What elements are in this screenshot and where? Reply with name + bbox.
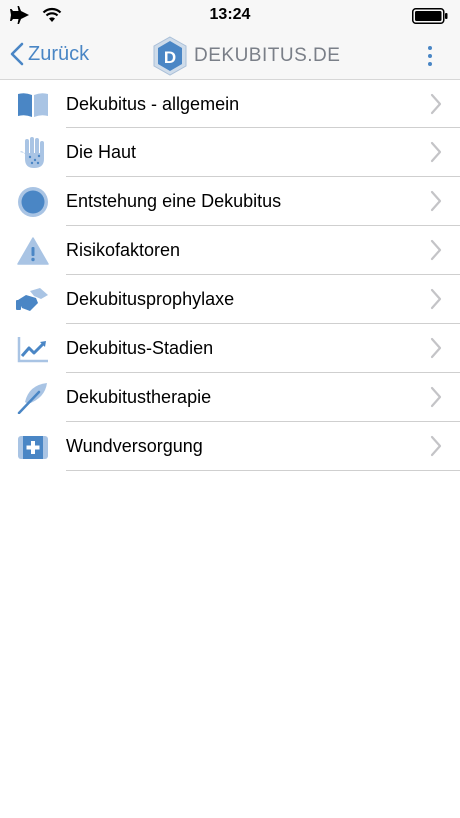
more-dot-icon [428,62,432,66]
more-menu-button[interactable] [422,44,438,68]
list-item-label: Dekubitustherapie [66,387,212,407]
chevron-right-icon [430,337,442,359]
handshake-icon [16,283,50,317]
separator [66,470,460,471]
back-button[interactable]: Zurück [10,42,89,66]
feather-icon [16,381,50,415]
list-item-label: Die Haut [66,142,137,162]
list-item-label: Dekubitus-Stadien [66,338,214,358]
book-icon [16,88,50,122]
list-item-label: Dekubitusprophylaxe [66,289,235,309]
status-time: 13:24 [209,6,251,23]
list-item-prophylaxe[interactable]: Dekubitusprophylaxe [0,275,460,324]
logo-letter: D [164,48,176,67]
chart-icon [16,332,50,366]
list-item-label: Risikofaktoren [66,240,181,260]
list-item-label: Dekubitus - allgemein [66,94,240,114]
warning-icon [16,234,50,268]
circle-icon [16,185,50,219]
list-item-die-haut[interactable]: Die Haut [0,128,460,177]
chevron-right-icon [430,435,442,457]
status-bar: 13:24 [0,0,460,32]
list-item-stadien[interactable]: Dekubitus-Stadien [0,324,460,373]
list-item-entstehung[interactable]: Entstehung eine Dekubitus [0,177,460,226]
logo: D DEKUBITUS.DE [152,36,340,76]
list-item-risikofaktoren[interactable]: Risikofaktoren [0,226,460,275]
list-item-label: Wundversorgung [66,436,203,456]
chevron-right-icon [430,386,442,408]
chevron-right-icon [430,239,442,261]
logo-hexagon-icon: D [153,36,187,76]
chevron-left-icon [10,42,24,66]
first-aid-icon [16,430,50,464]
list-item-therapie[interactable]: Dekubitustherapie [0,373,460,422]
chevron-right-icon [430,93,442,115]
more-dot-icon [428,46,432,50]
logo-text: DEKUBITUS.DE [194,45,341,66]
chevron-right-icon [430,141,442,163]
battery-icon [412,8,448,29]
navigation-bar: Zurück D DEKUBITUS.DE [0,32,460,80]
topic-list: Dekubitus - allgemein Die Haut Entstehun… [0,80,460,471]
list-item-label: Entstehung eine Dekubitus [66,191,282,211]
chevron-right-icon [430,288,442,310]
more-dot-icon [428,54,432,58]
back-button-label: Zurück [28,42,90,65]
chevron-right-icon [430,190,442,212]
list-item-dekubitus-allgemein[interactable]: Dekubitus - allgemein [0,80,460,128]
list-item-wundversorgung[interactable]: Wundversorgung [0,422,460,471]
hand-icon [16,136,50,170]
